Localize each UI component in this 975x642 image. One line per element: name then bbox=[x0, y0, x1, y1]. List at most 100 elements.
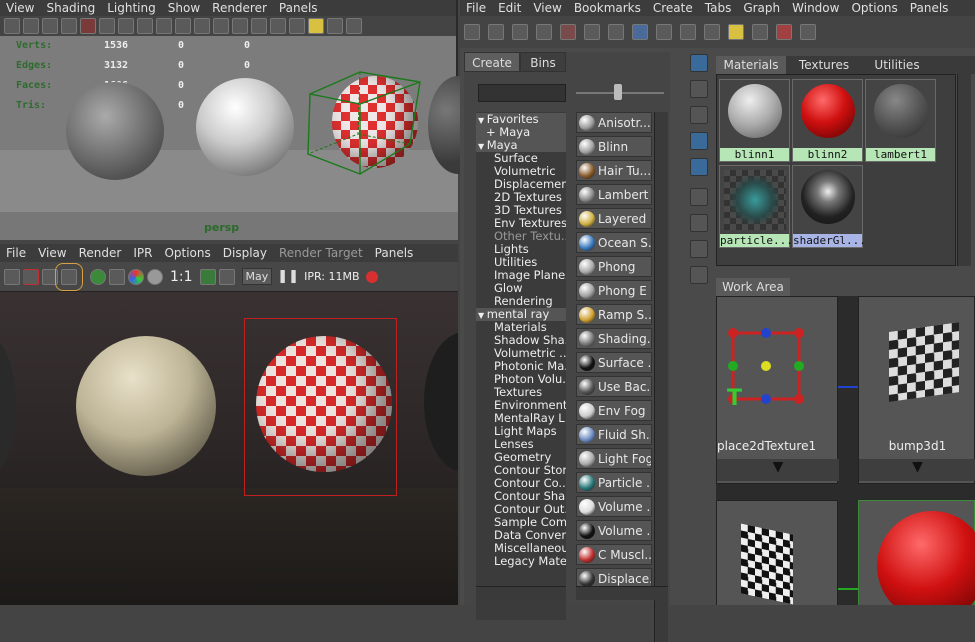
tree-item[interactable]: Textures bbox=[476, 386, 566, 399]
material-swatch-particle[interactable]: particle... bbox=[719, 165, 793, 248]
tree-item[interactable]: Utilities bbox=[476, 256, 566, 269]
tree-item[interactable]: Lenses bbox=[476, 438, 566, 451]
viewport-sphere-lambert[interactable] bbox=[66, 82, 164, 180]
persp-menu-panels[interactable]: Panels bbox=[273, 1, 324, 15]
rv-menu-display[interactable]: Display bbox=[217, 246, 273, 260]
refresh-icon[interactable] bbox=[90, 268, 106, 285]
bookmark-icon[interactable] bbox=[42, 18, 58, 34]
tree-item[interactable]: Photon Volu... bbox=[476, 373, 566, 386]
tree-item[interactable]: 2D Textures bbox=[476, 191, 566, 204]
create-node-button[interactable]: Fluid Sh... bbox=[576, 424, 652, 445]
hs-menu-create[interactable]: Create bbox=[647, 1, 699, 15]
persp-menu-renderer[interactable]: Renderer bbox=[206, 1, 273, 15]
create-node-button[interactable]: Ocean S... bbox=[576, 232, 652, 253]
tree-item[interactable]: Geometry bbox=[476, 451, 566, 464]
medium-icons-icon[interactable] bbox=[690, 132, 708, 150]
create-filter-input[interactable] bbox=[478, 84, 566, 102]
persp-menu-show[interactable]: Show bbox=[162, 1, 206, 15]
create-node-button[interactable]: C Muscl... bbox=[576, 544, 652, 565]
tree-item[interactable]: Volumetric bbox=[476, 165, 566, 178]
sort-reverse-icon[interactable] bbox=[690, 266, 708, 284]
tab-create[interactable]: Create bbox=[464, 52, 520, 72]
tree-item[interactable]: Rendering bbox=[476, 295, 566, 308]
tree-expand-arrow-icon[interactable]: ▼ bbox=[478, 311, 487, 320]
tree-item[interactable]: Photonic Ma... bbox=[476, 360, 566, 373]
input-connections-icon[interactable] bbox=[656, 24, 672, 40]
select-node-icon[interactable] bbox=[776, 24, 792, 40]
create-node-button[interactable]: Light Fog bbox=[576, 448, 652, 469]
shadows-icon[interactable] bbox=[327, 18, 343, 34]
tree-item[interactable]: Sample Com... bbox=[476, 516, 566, 529]
swatch-size-slider-handle[interactable] bbox=[614, 84, 622, 100]
create-node-button[interactable]: Env Fog bbox=[576, 400, 652, 421]
hs-menu-view[interactable]: View bbox=[527, 1, 567, 15]
hs-menu-options[interactable]: Options bbox=[845, 1, 903, 15]
work-area-tab[interactable]: Work Area bbox=[716, 278, 790, 296]
material-swatch-shaderglow[interactable]: shaderGl... bbox=[792, 165, 866, 248]
tab-utilities[interactable]: Utilities bbox=[862, 56, 932, 74]
clear-graph-icon[interactable] bbox=[584, 24, 600, 40]
tree-item[interactable]: Volumetric ... bbox=[476, 347, 566, 360]
camera-select-icon[interactable] bbox=[4, 18, 20, 34]
tree-item[interactable]: Contour Store bbox=[476, 464, 566, 477]
swatch-icon[interactable] bbox=[728, 24, 744, 40]
create-node-button[interactable]: Layered ... bbox=[576, 208, 652, 229]
ratio-button[interactable]: 1:1 bbox=[170, 269, 193, 285]
hs-menu-panels[interactable]: Panels bbox=[904, 1, 955, 15]
rv-menu-render[interactable]: Render bbox=[73, 246, 128, 260]
create-node-button[interactable]: Phong E bbox=[576, 280, 652, 301]
sort-az-icon[interactable] bbox=[690, 188, 708, 206]
node-list-scrollbar[interactable] bbox=[654, 112, 668, 642]
smooth-shade-icon[interactable] bbox=[251, 18, 267, 34]
wireframe-on-shaded-icon[interactable] bbox=[270, 18, 286, 34]
hs-layout-1-icon[interactable] bbox=[488, 24, 504, 40]
tree-item[interactable]: ▼ Favorites bbox=[476, 113, 566, 126]
tab-bins[interactable]: Bins bbox=[520, 52, 566, 72]
tree-hscrollbar[interactable] bbox=[476, 586, 566, 600]
hs-layout-3-icon[interactable] bbox=[536, 24, 552, 40]
create-node-button[interactable]: Anisotr... bbox=[576, 112, 652, 133]
shader-network-icon[interactable] bbox=[800, 24, 816, 40]
tab-textures[interactable]: Textures bbox=[786, 56, 862, 74]
tree-item[interactable]: + Maya bbox=[476, 126, 566, 139]
rv-menu-view[interactable]: View bbox=[32, 246, 72, 260]
sort-type-icon[interactable] bbox=[690, 214, 708, 232]
create-node-button[interactable]: Blinn bbox=[576, 136, 652, 157]
create-node-button[interactable]: Volume ... bbox=[576, 496, 652, 517]
rv-menu-panels[interactable]: Panels bbox=[369, 246, 420, 260]
materials-scrollbar[interactable] bbox=[957, 74, 971, 266]
alpha-channel-icon[interactable] bbox=[147, 268, 163, 285]
nodes-hscrollbar[interactable] bbox=[576, 586, 668, 600]
viewport-sphere-blinn[interactable] bbox=[196, 78, 294, 176]
tree-item[interactable]: Miscellaneous bbox=[476, 542, 566, 555]
material-swatch-blinn1[interactable]: blinn1 bbox=[719, 79, 790, 162]
gate-mask-icon[interactable] bbox=[175, 18, 191, 34]
node-blinn-lower[interactable] bbox=[858, 500, 975, 605]
hs-menu-bookmarks[interactable]: Bookmarks bbox=[568, 1, 647, 15]
tab-materials[interactable]: Materials bbox=[716, 56, 786, 74]
hs-panel-icon[interactable] bbox=[464, 24, 480, 40]
rv-menu-file[interactable]: File bbox=[0, 246, 32, 260]
hs-menu-graph[interactable]: Graph bbox=[737, 1, 786, 15]
rv-menu-ipr[interactable]: IPR bbox=[127, 246, 158, 260]
tree-expand-arrow-icon[interactable]: ▼ bbox=[478, 142, 487, 151]
tree-item[interactable]: Surface bbox=[476, 152, 566, 165]
snapshot-icon[interactable] bbox=[42, 268, 58, 285]
hs-layout-2-icon[interactable] bbox=[512, 24, 528, 40]
output-connections-icon[interactable] bbox=[704, 24, 720, 40]
create-node-button[interactable]: Hair Tu... bbox=[576, 160, 652, 181]
large-icons-icon[interactable] bbox=[690, 106, 708, 124]
lights-icon[interactable] bbox=[308, 18, 324, 34]
graph-network-icon[interactable] bbox=[560, 24, 576, 40]
create-node-button[interactable]: Ramp S... bbox=[576, 304, 652, 325]
sort-time-icon[interactable] bbox=[690, 240, 708, 258]
list-view-icon[interactable] bbox=[690, 80, 708, 98]
hs-menu-file[interactable]: File bbox=[460, 1, 492, 15]
camera-attr-icon[interactable] bbox=[23, 18, 39, 34]
render-region-box[interactable] bbox=[244, 318, 397, 496]
grid-icon[interactable] bbox=[118, 18, 134, 34]
node-place2d-lower[interactable] bbox=[716, 500, 838, 605]
tree-item[interactable]: Displacement bbox=[476, 178, 566, 191]
tree-item[interactable]: Materials bbox=[476, 321, 566, 334]
create-node-button[interactable]: Phong bbox=[576, 256, 652, 277]
